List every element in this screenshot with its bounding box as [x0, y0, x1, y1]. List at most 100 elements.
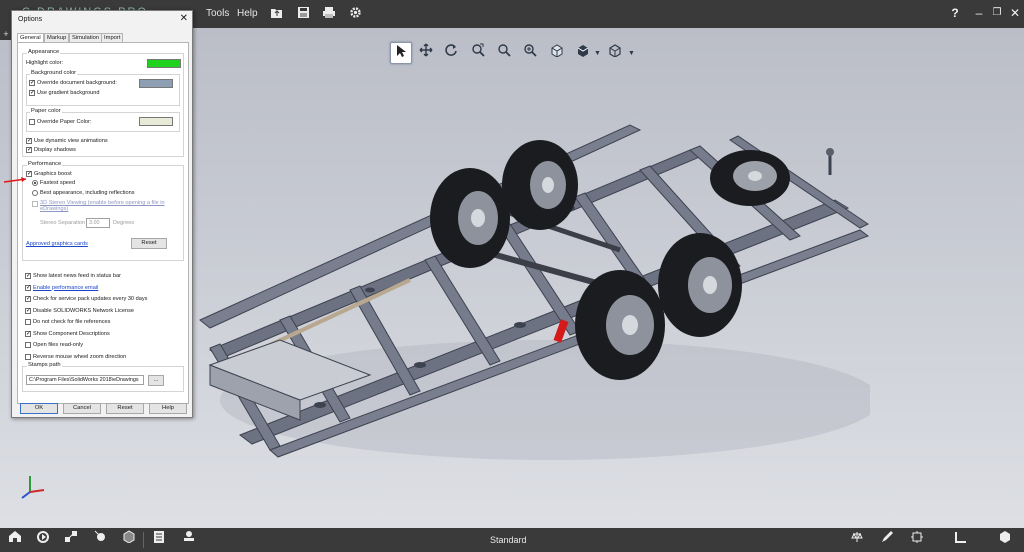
stamp-icon[interactable]	[178, 530, 200, 550]
option-checkbox[interactable]	[25, 353, 31, 360]
highlight-color-swatch[interactable]	[147, 59, 181, 68]
view-toolbar: ▼ ▼	[388, 42, 640, 66]
close-icon[interactable]: ✕	[180, 13, 188, 24]
option-label: Reverse mouse wheel zoom direction	[33, 353, 127, 360]
zoom-in-icon[interactable]	[493, 42, 515, 64]
background-color-label: Background color	[30, 70, 78, 76]
rotate-icon[interactable]	[440, 42, 462, 64]
model-viewport[interactable]	[170, 100, 880, 480]
fastest-speed-radio[interactable]	[32, 180, 38, 186]
background-color-group: Background color ✓ Override document bac…	[26, 70, 180, 106]
option-checkbox[interactable]: ✓	[25, 296, 31, 302]
option-checkbox[interactable]	[25, 342, 31, 348]
view-box-icon[interactable]	[546, 42, 568, 64]
override-background-checkbox[interactable]: ✓	[29, 80, 35, 86]
gradient-background-checkbox[interactable]: ✓	[29, 90, 35, 96]
performance-group: Performance ✓ Graphics boost Fastest spe…	[22, 161, 184, 261]
help-icon[interactable]: ?	[946, 4, 964, 22]
display-shadows-checkbox[interactable]: ✓	[26, 147, 32, 153]
option-label: Show Component Descriptions	[33, 330, 110, 337]
display-style-icon[interactable]	[572, 42, 594, 64]
best-appearance-label: Best appearance, including reflections	[40, 190, 135, 196]
stereo-viewing-label: 3D Stereo Viewing (enable before opening…	[40, 200, 165, 212]
axis-triad	[18, 470, 48, 500]
best-appearance-radio[interactable]	[32, 190, 38, 196]
section-icon[interactable]	[118, 530, 140, 550]
option-label: Disable SOLIDWORKS Network License	[33, 307, 135, 314]
move-icon[interactable]	[90, 530, 112, 550]
option-checkbox[interactable]: ✓	[25, 273, 31, 279]
home-icon[interactable]	[4, 530, 26, 550]
gear-icon[interactable]	[346, 5, 364, 23]
option-label: Open files read-only	[33, 342, 84, 348]
gradient-background-label: Use gradient background	[37, 90, 100, 96]
zoom-fit-icon[interactable]	[467, 42, 489, 64]
wheel	[430, 168, 510, 268]
stamps-path-group: Stamps path C:\Program Files\SolidWorks …	[22, 362, 184, 392]
print-icon[interactable]	[320, 5, 338, 23]
performance-label: Performance	[27, 161, 63, 167]
background-color-swatch[interactable]	[139, 79, 173, 88]
stereo-viewing-checkbox[interactable]	[32, 201, 38, 207]
display-style-dropdown-icon[interactable]: ▼	[594, 50, 601, 57]
override-paper-checkbox[interactable]	[29, 119, 35, 125]
display-shadows-label: Display shadows	[34, 147, 76, 153]
approved-graphics-link[interactable]: Approved graphics cards	[26, 241, 88, 247]
option-checkbox[interactable]: ✓	[25, 307, 31, 314]
dynamic-animations-label: Use dynamic view animations	[34, 138, 108, 144]
close-icon[interactable]: ✕	[1006, 4, 1024, 22]
browse-button[interactable]: ...	[148, 375, 164, 386]
pan-icon[interactable]	[415, 42, 437, 64]
explode-icon[interactable]	[60, 530, 82, 550]
option-label[interactable]: Enable performance email	[33, 285, 98, 291]
zoom-area-icon[interactable]	[519, 42, 541, 64]
menu-help[interactable]: Help	[237, 8, 258, 19]
configuration-label: Standard	[490, 535, 527, 545]
view-orientation-dropdown-icon[interactable]: ▼	[628, 50, 635, 57]
help-button[interactable]: Help	[149, 403, 187, 414]
option-checkbox[interactable]	[25, 319, 31, 325]
dynamic-animations-checkbox[interactable]: ✓	[26, 138, 32, 144]
save-icon[interactable]	[294, 5, 312, 23]
ok-button[interactable]: OK	[20, 403, 58, 414]
markup-icon[interactable]	[876, 530, 898, 550]
override-background-label: Override document background:	[37, 80, 117, 86]
reset-button[interactable]: Reset	[106, 403, 144, 414]
stereo-separation-input[interactable]: 3.00	[86, 218, 110, 228]
minimize-icon[interactable]: –	[970, 4, 988, 22]
stamps-path-input[interactable]: C:\Program Files\SolidWorks 2018\eDrawin…	[26, 375, 144, 385]
dialog-title: Options	[18, 16, 43, 23]
view-orientation-icon[interactable]	[604, 42, 626, 64]
annotation-icon[interactable]	[906, 530, 928, 550]
graphics-boost-label: Graphics boost	[34, 171, 72, 177]
animate-icon[interactable]	[32, 530, 54, 550]
stamps-path-label: Stamps path	[27, 362, 62, 368]
option-label: Show latest news feed in status bar	[33, 273, 121, 279]
dimension-icon[interactable]	[950, 530, 972, 550]
option-checkbox[interactable]: ✓	[25, 330, 31, 337]
stereo-separation-unit: Degrees	[113, 220, 135, 226]
appearance-label: Appearance	[27, 49, 61, 55]
sheet-icon[interactable]	[148, 530, 170, 550]
red-arrow-icon	[3, 177, 27, 183]
appearance-group: Appearance Highlight color: Background c…	[22, 49, 184, 157]
menu-tools[interactable]: Tools	[206, 8, 229, 19]
separator	[143, 532, 144, 548]
option-checkbox[interactable]: ✓	[25, 284, 31, 291]
stereo-separation-label: Stereo Separation	[40, 220, 86, 226]
measure-icon[interactable]	[846, 530, 868, 550]
fastest-speed-label: Fastest speed	[40, 180, 76, 186]
option-label: Check for service pack updates every 30 …	[33, 296, 148, 302]
components-icon[interactable]	[994, 530, 1016, 550]
performance-reset-button[interactable]: Reset	[131, 238, 167, 249]
cancel-button[interactable]: Cancel	[63, 403, 101, 414]
select-icon[interactable]	[390, 42, 412, 64]
open-folder-icon[interactable]	[268, 5, 286, 23]
paper-color-group: Paper color Override Paper Color:	[26, 108, 180, 132]
override-paper-label: Override Paper Color:	[37, 119, 92, 125]
general-panel: Appearance Highlight color: Background c…	[17, 42, 189, 404]
chassis-model	[199, 124, 880, 460]
restore-icon[interactable]: ❐	[988, 4, 1006, 22]
options-dialog: Options ✕ General Markup Simulation Impo…	[11, 10, 193, 418]
paper-color-swatch[interactable]	[139, 117, 173, 126]
